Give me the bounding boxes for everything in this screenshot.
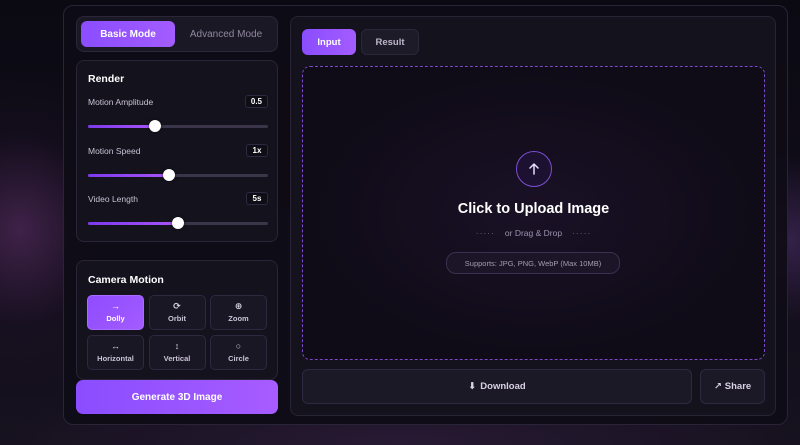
orbit-icon: ⟳ xyxy=(173,301,181,311)
motion-option-label: Vertical xyxy=(163,354,191,363)
camera-motion-panel: Camera Motion → Dolly ⟳ Orbit ⊕ Zoom ↔ H… xyxy=(76,260,278,380)
slider-label: Video Length xyxy=(88,194,138,204)
slider-thumb[interactable] xyxy=(148,120,161,132)
motion-option-vertical[interactable]: ↕ Vertical xyxy=(148,335,206,370)
arrow-right-icon: → xyxy=(111,301,120,311)
download-label: Download xyxy=(480,381,526,392)
share-icon: ↗ xyxy=(713,381,722,392)
mode-switch: Basic Mode Advanced Mode xyxy=(76,16,278,52)
tab-result[interactable]: Result xyxy=(361,29,419,55)
arrow-up-icon xyxy=(529,163,539,175)
upload-subtitle: ····· or Drag & Drop ····· xyxy=(303,228,764,238)
motion-option-label: Horizontal xyxy=(97,354,134,363)
render-panel: Render Motion Amplitude 0.5 Motion Speed… xyxy=(76,60,278,242)
preview-panel: Input Result Click to Upload Image ·····… xyxy=(290,16,776,416)
slider-label: Motion Speed xyxy=(88,146,141,156)
slider-label: Motion Amplitude xyxy=(88,97,154,107)
slider-fill xyxy=(88,174,169,177)
motion-option-dolly[interactable]: → Dolly xyxy=(87,295,144,330)
divider-dots: ····· xyxy=(572,228,592,238)
tab-input[interactable]: Input xyxy=(302,29,356,55)
motion-option-horizontal[interactable]: ↔ Horizontal xyxy=(87,335,144,370)
slider-track[interactable] xyxy=(88,120,268,132)
vertical-arrows-icon: ↕ xyxy=(174,341,180,351)
generate-3d-image-button[interactable]: Generate 3D Image xyxy=(76,380,278,414)
motion-option-label: Zoom xyxy=(228,314,249,323)
slider-track[interactable] xyxy=(88,169,268,181)
horizontal-arrows-icon: ↔ xyxy=(111,341,120,351)
slider-track[interactable] xyxy=(88,217,268,229)
share-button[interactable]: ↗ Share xyxy=(700,369,765,404)
download-icon: ⬇ xyxy=(468,381,477,392)
slider-fill xyxy=(88,222,178,225)
motion-option-label: Circle xyxy=(228,354,249,363)
circle-icon: ○ xyxy=(235,341,242,351)
download-button[interactable]: ⬇ Download xyxy=(302,369,692,404)
camera-motion-title: Camera Motion xyxy=(88,274,164,286)
slider-value: 1x xyxy=(246,144,268,157)
supported-formats-badge: Supports: JPG, PNG, WebP (Max 10MB) xyxy=(446,252,620,274)
slider-thumb[interactable] xyxy=(172,217,184,229)
basic-mode-button[interactable]: Basic Mode xyxy=(81,21,175,47)
upload-dropzone[interactable]: Click to Upload Image ····· or Drag & Dro… xyxy=(302,66,765,360)
app-window: Basic Mode Advanced Mode Render Motion A… xyxy=(63,5,788,425)
motion-option-label: Dolly xyxy=(106,314,125,323)
motion-option-zoom[interactable]: ⊕ Zoom xyxy=(210,295,267,330)
drag-drop-text: or Drag & Drop xyxy=(504,228,563,238)
advanced-mode-button[interactable]: Advanced Mode xyxy=(179,21,273,47)
motion-option-circle[interactable]: ○ Circle xyxy=(210,335,267,370)
upload-title: Click to Upload Image xyxy=(457,201,610,217)
render-title: Render xyxy=(88,73,125,85)
upload-icon[interactable] xyxy=(516,151,552,187)
slider-thumb[interactable] xyxy=(163,169,175,181)
divider-dots: ····· xyxy=(475,228,495,238)
zoom-icon: ⊕ xyxy=(234,301,243,311)
slider-value: 0.5 xyxy=(244,95,268,108)
share-label: Share xyxy=(724,381,752,392)
camera-motion-grid: → Dolly ⟳ Orbit ⊕ Zoom ↔ Horizontal ↕ Ve… xyxy=(87,295,267,370)
motion-option-orbit[interactable]: ⟳ Orbit xyxy=(148,295,206,330)
motion-option-label: Orbit xyxy=(168,314,186,323)
slider-value: 5s xyxy=(246,192,268,205)
slider-fill xyxy=(88,125,155,128)
